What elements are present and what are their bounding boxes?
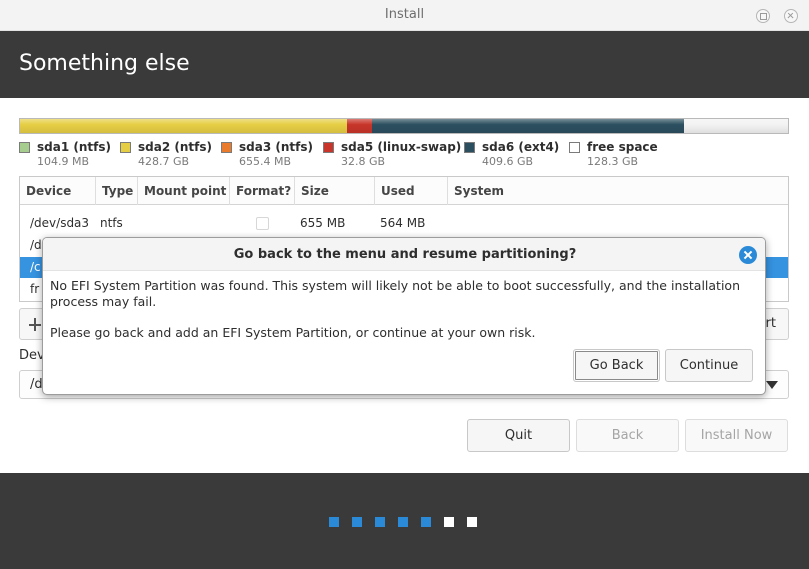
partition-legend: sda1 (ntfs) 104.9 MB sda2 (ntfs) 428.7 G…	[19, 140, 799, 170]
partition-bar	[19, 118, 789, 134]
boot-device-value: /d	[30, 377, 43, 392]
progress-footer	[0, 473, 809, 569]
legend-swatch	[19, 142, 30, 153]
legend-swatch	[464, 142, 475, 153]
plus-icon-vertical	[34, 318, 36, 331]
title-bar: Install	[0, 0, 809, 31]
quit-button[interactable]: Quit	[467, 419, 570, 452]
page-title: Something else	[19, 51, 190, 76]
dialog-message: No EFI System Partition was found. This …	[50, 278, 740, 309]
dialog-title: Go back to the menu and resume partition…	[233, 247, 577, 262]
continue-button[interactable]: Continue	[665, 349, 753, 382]
progress-dot-done	[329, 517, 339, 527]
legend-size: 428.7 GB	[138, 155, 190, 168]
cell-used: 564 MB	[380, 216, 426, 230]
install-now-button[interactable]: Install Now	[685, 419, 788, 452]
page-header: Something else	[0, 31, 809, 98]
partition-segment-free	[684, 119, 788, 133]
cell-type: ntfs	[100, 216, 123, 230]
dropdown-arrow-icon	[766, 381, 778, 389]
progress-dot-done	[421, 517, 431, 527]
close-window-icon[interactable]	[784, 9, 798, 23]
partition-segment-sda2	[20, 119, 347, 133]
legend-name: sda6 (ext4)	[482, 140, 560, 154]
back-button[interactable]: Back	[576, 419, 679, 452]
legend-name: sda5 (linux-swap)	[341, 140, 462, 154]
progress-dot-pending	[467, 517, 477, 527]
dialog-message-secondary: Please go back and add an EFI System Par…	[50, 325, 536, 340]
window-title: Install	[384, 7, 425, 22]
legend-swatch	[221, 142, 232, 153]
legend-size: 128.3 GB	[587, 155, 639, 168]
legend-size: 32.8 GB	[341, 155, 386, 168]
cell-device: /d	[30, 238, 42, 252]
progress-dot-done	[375, 517, 385, 527]
cell-size: 655 MB	[300, 216, 346, 230]
efi-warning-dialog: Go back to the menu and resume partition…	[42, 237, 766, 395]
cell-device: /c	[30, 260, 41, 274]
dialog-header: Go back to the menu and resume partition…	[43, 238, 765, 271]
legend-size: 104.9 MB	[37, 155, 90, 168]
go-back-button[interactable]: Go Back	[573, 349, 660, 382]
format-checkbox[interactable]	[256, 217, 269, 230]
progress-dot-pending	[444, 517, 454, 527]
close-icon[interactable]	[739, 246, 757, 264]
table-row-partial[interactable]	[20, 199, 788, 207]
legend-name: sda2 (ntfs)	[138, 140, 212, 154]
legend-name: sda3 (ntfs)	[239, 140, 313, 154]
partition-segment-sda6	[372, 119, 685, 133]
legend-swatch	[569, 142, 580, 153]
partition-segment-sda5	[347, 119, 373, 133]
cell-device: /dev/sda3	[30, 216, 90, 230]
cell-device: fr	[30, 282, 40, 296]
progress-dot-done	[352, 517, 362, 527]
legend-swatch	[120, 142, 131, 153]
maximize-icon[interactable]	[756, 9, 770, 23]
progress-dot-done	[398, 517, 408, 527]
legend-size: 655.4 MB	[239, 155, 292, 168]
boot-device-label: Dev	[19, 348, 45, 363]
table-row[interactable]: /dev/sda3 ntfs 655 MB 564 MB	[20, 213, 788, 234]
legend-size: 409.6 GB	[482, 155, 534, 168]
legend-name: free space	[587, 140, 658, 154]
legend-swatch	[323, 142, 334, 153]
legend-name: sda1 (ntfs)	[37, 140, 111, 154]
